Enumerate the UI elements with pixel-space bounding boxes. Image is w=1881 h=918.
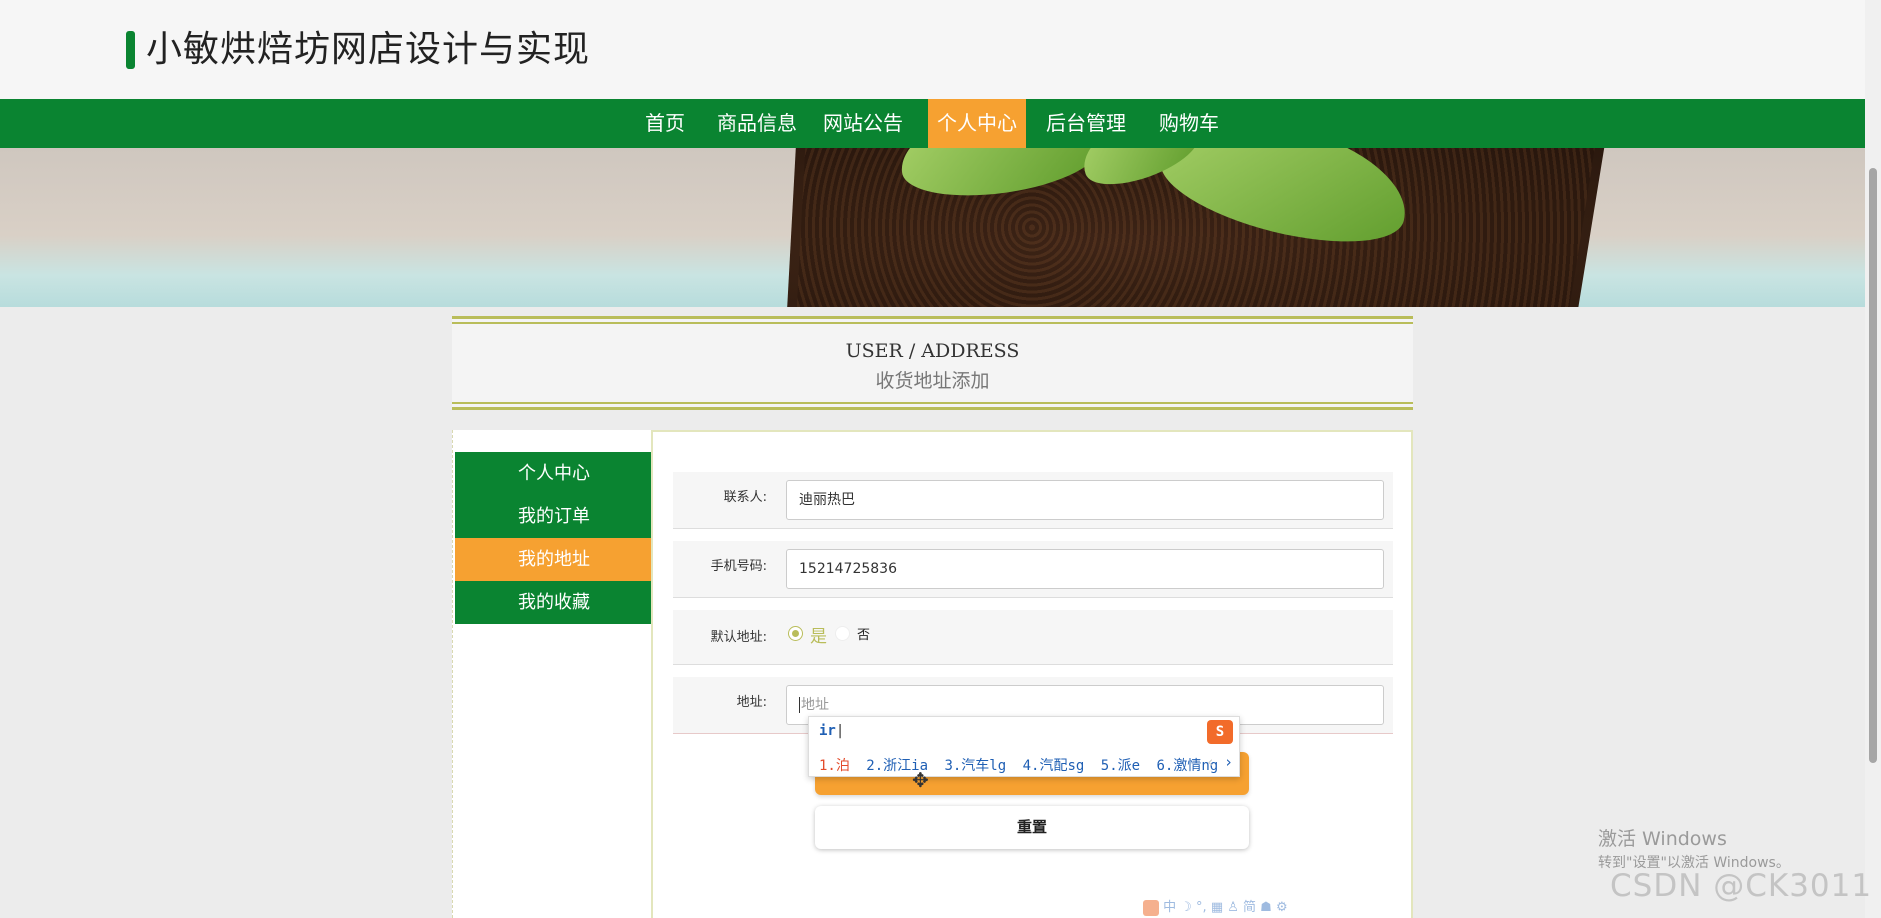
default-label: 默认地址: <box>710 630 767 645</box>
ime-toolbar-logo-icon <box>1143 899 1159 916</box>
ime-toolbar[interactable]: 中 ☽ °, ▦ ♙ 简 ☗ ⚙ <box>1143 896 1343 916</box>
section-heading: USER / ADDRESS 收货地址添加 <box>452 316 1413 410</box>
form-row-phone: 手机号码: 15214725836 <box>673 541 1393 598</box>
default-no-label[interactable]: 否 <box>857 624 870 643</box>
user-sidebar: 个人中心 我的订单 我的地址 我的收藏 <box>452 430 653 918</box>
sidebar-item-addresses[interactable]: 我的地址 <box>455 538 653 581</box>
banner-image <box>0 148 1865 307</box>
title-accent-bar <box>126 31 135 69</box>
windows-activation-title: 激活 Windows <box>1598 828 1727 850</box>
ime-candidates: 1.泊 2.浙江ia 3.汽车lg 4.汽配sg 5.派e 6.激情ng <box>819 755 1226 775</box>
reset-button[interactable]: 重置 <box>815 806 1249 849</box>
ime-candidate[interactable]: 5.派e <box>1101 758 1140 774</box>
ime-candidate-popup: ir| S 1.泊 2.浙江ia 3.汽车lg 4.汽配sg 5.派e 6.激情… <box>808 716 1240 777</box>
page-scrollbar[interactable] <box>1865 0 1881 918</box>
ime-candidate[interactable]: 3.汽车lg <box>944 758 1006 774</box>
site-title: 小敏烘焙坊网店设计与实现 <box>146 29 591 70</box>
phone-label: 手机号码: <box>710 559 767 574</box>
sidebar-item-orders[interactable]: 我的订单 <box>455 495 653 538</box>
nav-products[interactable]: 商品信息 <box>711 99 803 148</box>
site-header: 小敏烘焙坊网店设计与实现 <box>0 0 1865 99</box>
heading-english: USER / ADDRESS <box>845 340 1020 362</box>
main-nav: 首页 商品信息 网站公告 个人中心 后台管理 购物车 <box>0 99 1865 148</box>
contact-label: 联系人: <box>723 490 767 505</box>
ime-page-arrows-icon[interactable]: ‹ › <box>1206 753 1233 771</box>
form-row-contact: 联系人: 迪丽热巴 <box>673 472 1393 529</box>
ime-logo-icon: S <box>1207 720 1233 744</box>
ime-composition: ir| <box>819 723 845 739</box>
ime-candidate[interactable]: 1.泊 <box>819 758 850 774</box>
nav-admin[interactable]: 后台管理 <box>1040 99 1132 148</box>
nav-personal-center[interactable]: 个人中心 <box>928 99 1026 148</box>
scrollbar-thumb[interactable] <box>1869 168 1877 763</box>
move-cursor-icon: ✥ <box>912 768 929 792</box>
default-no-radio[interactable] <box>835 626 850 641</box>
contact-input[interactable]: 迪丽热巴 <box>786 480 1384 520</box>
default-yes-radio[interactable] <box>788 626 803 641</box>
default-yes-label[interactable]: 是 <box>810 622 827 647</box>
nav-cart[interactable]: 购物车 <box>1150 99 1228 148</box>
nav-announcements[interactable]: 网站公告 <box>817 99 909 148</box>
address-label: 地址: <box>736 695 767 710</box>
heading-chinese: 收货地址添加 <box>875 370 990 392</box>
sidebar-item-favorites[interactable]: 我的收藏 <box>455 581 653 624</box>
phone-input[interactable]: 15214725836 <box>786 549 1384 589</box>
csdn-watermark: CSDN @CK3011 <box>1610 868 1873 904</box>
sidebar-item-personal-center[interactable]: 个人中心 <box>455 452 653 495</box>
ime-candidate[interactable]: 4.汽配sg <box>1023 758 1085 774</box>
nav-home[interactable]: 首页 <box>636 99 694 148</box>
form-row-default: 默认地址: 是 否 <box>673 610 1393 665</box>
